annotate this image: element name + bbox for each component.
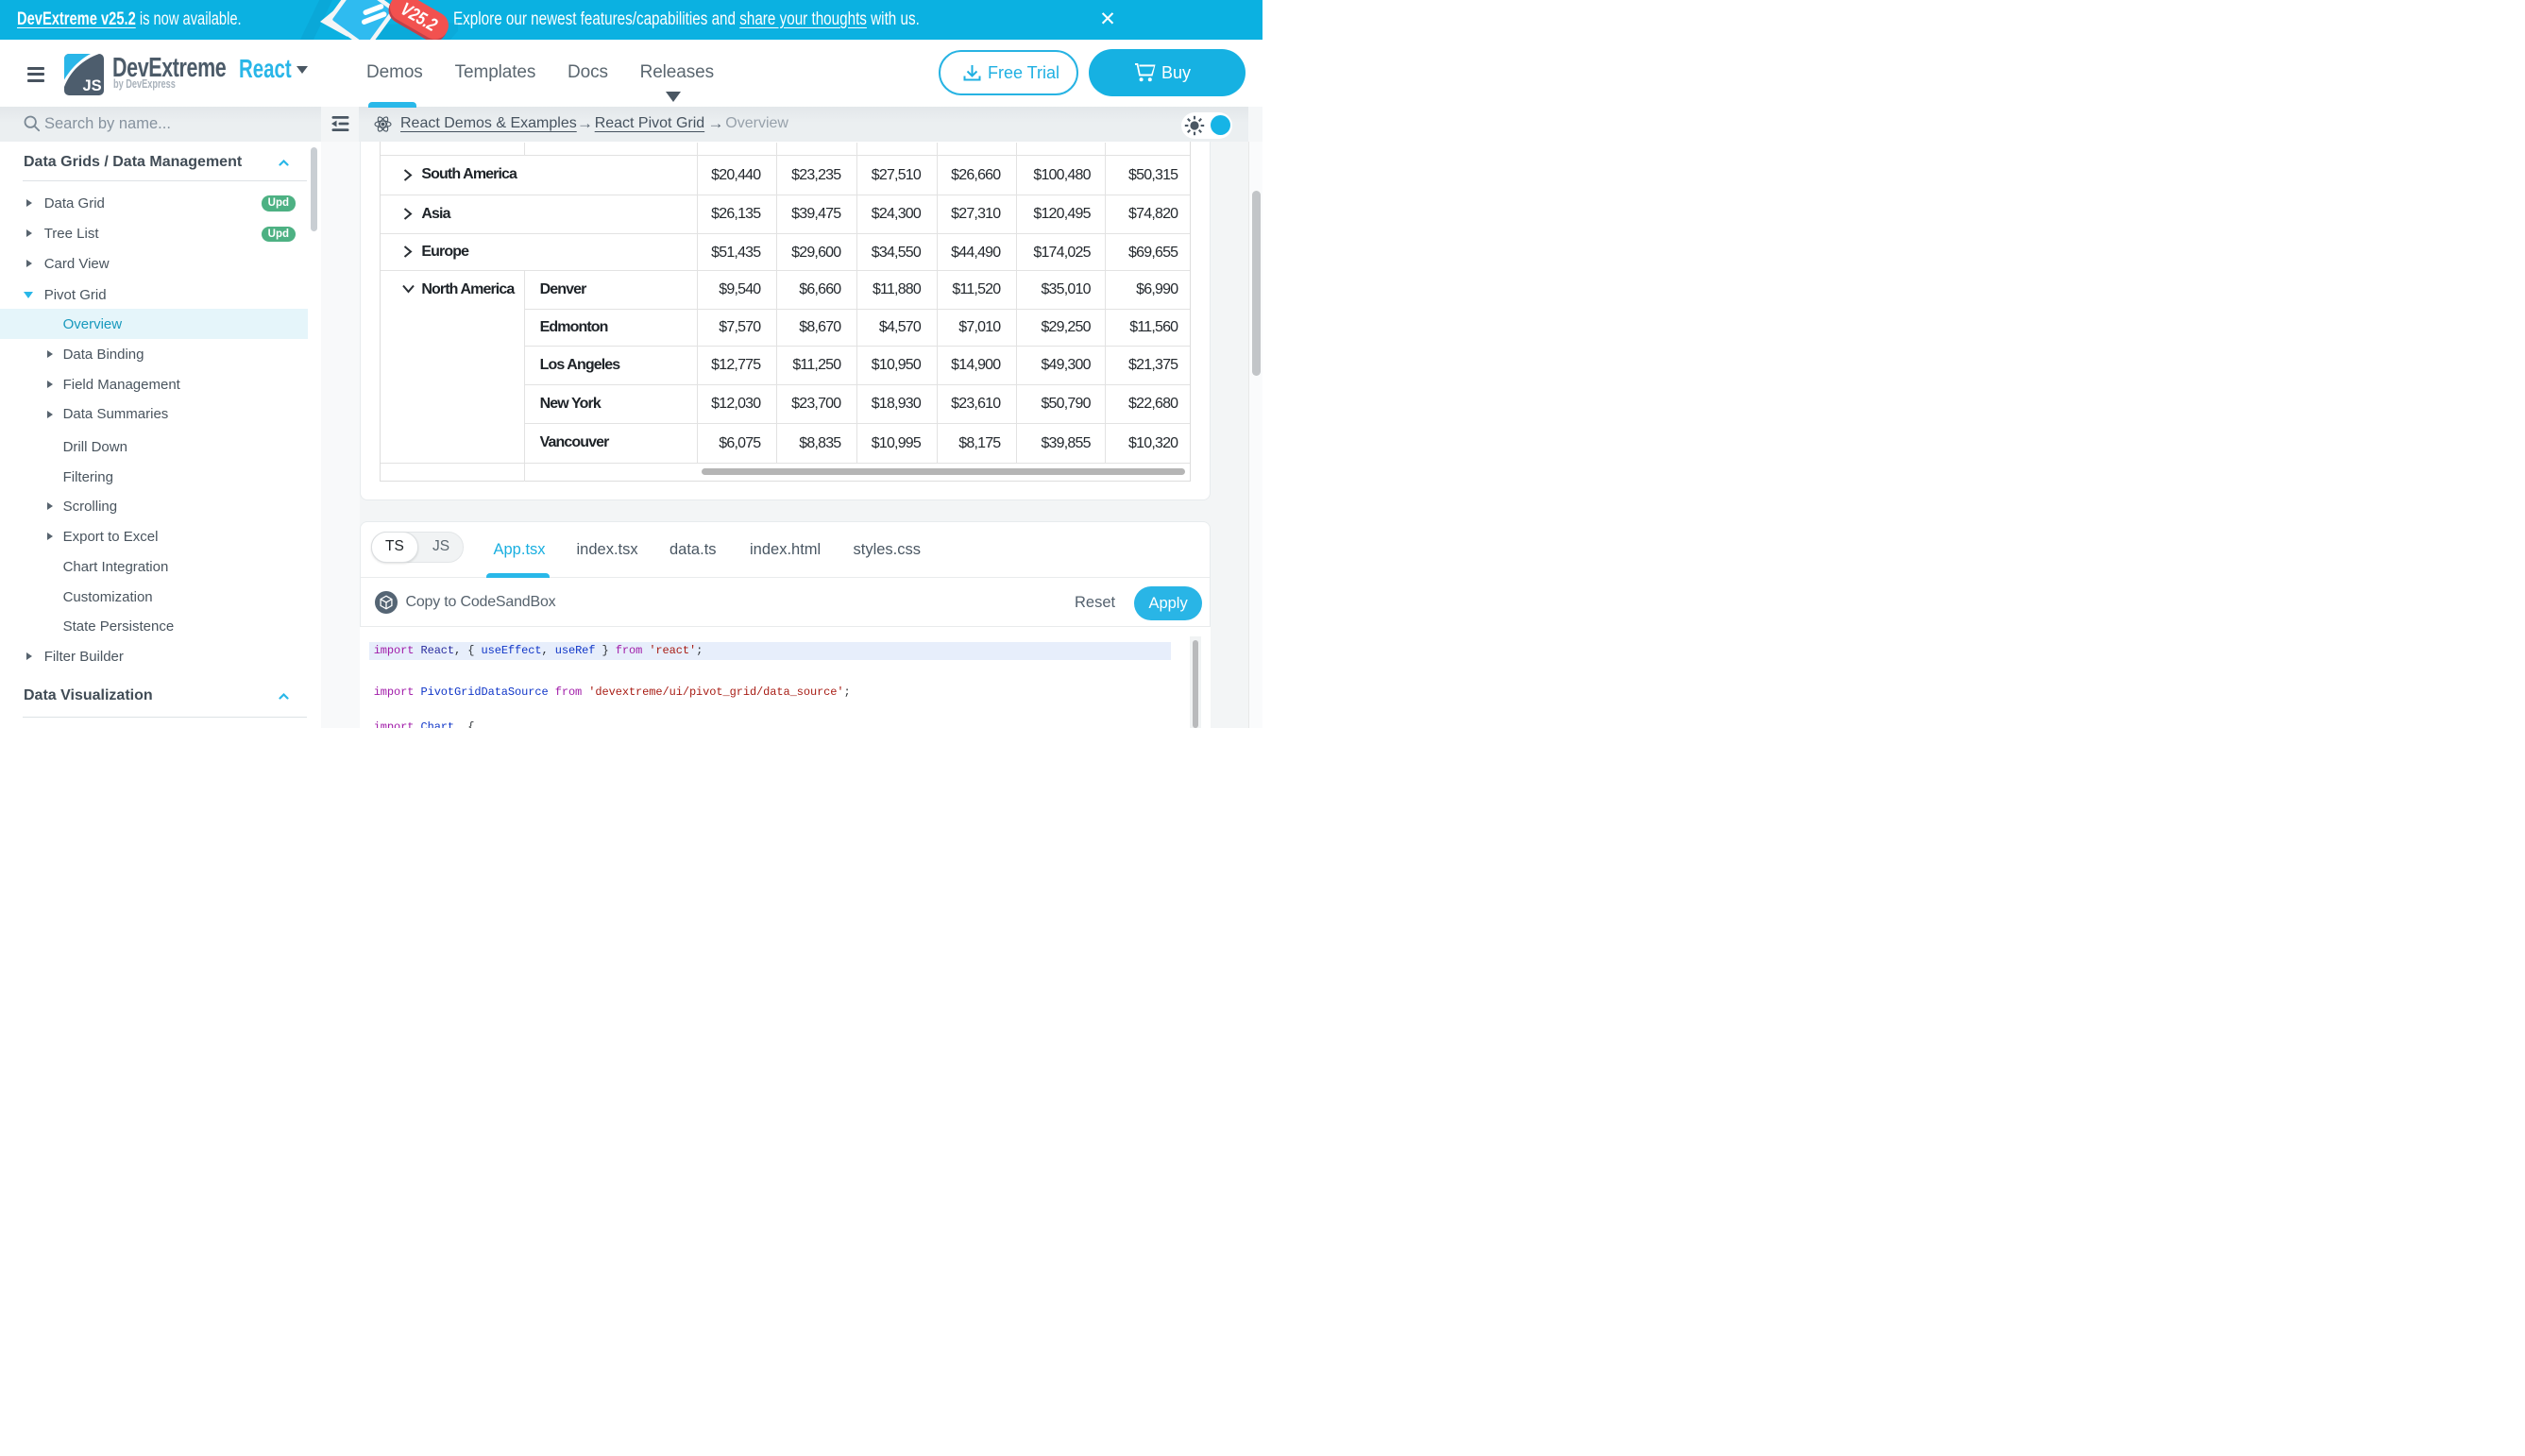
svg-text:JS: JS	[82, 77, 101, 94]
